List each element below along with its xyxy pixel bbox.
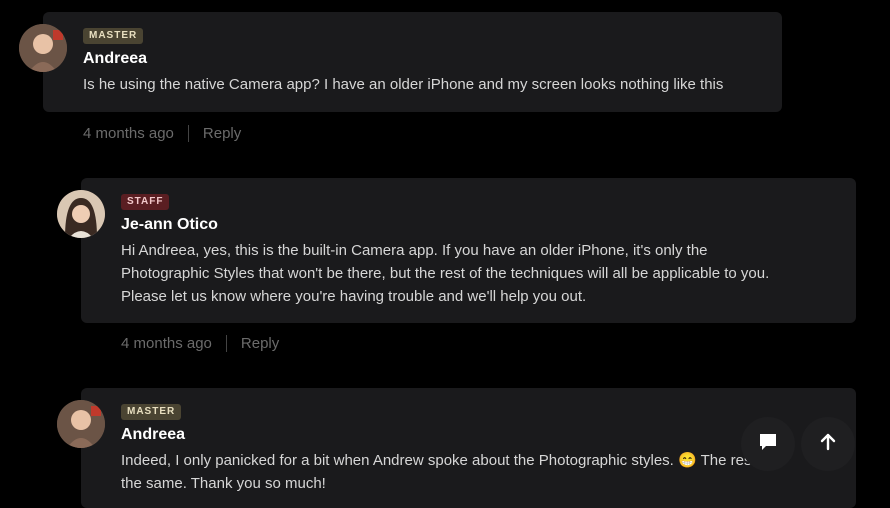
role-badge: MASTER [121, 404, 182, 420]
reply-link[interactable]: Reply [203, 125, 241, 142]
avatar[interactable] [19, 24, 67, 72]
comment-line: Photographic Styles that won't be there,… [121, 265, 770, 282]
timestamp: 4 months ago [83, 125, 174, 142]
role-badge: MASTER [83, 28, 144, 44]
role-badge: STAFF [121, 194, 170, 210]
author-name[interactable]: Andreea [83, 50, 147, 68]
comment-meta: 4 months ago Reply [83, 125, 241, 142]
chat-bubble-icon [758, 432, 778, 457]
comment-line: Is he using the native Camera app? I hav… [83, 76, 724, 93]
comment-line: Hi Andreea, yes, this is the built-in Ca… [121, 242, 708, 259]
reply-link[interactable]: Reply [241, 335, 279, 352]
timestamp: 4 months ago [121, 335, 212, 352]
scroll-to-top-button[interactable] [801, 417, 855, 471]
avatar[interactable] [57, 400, 105, 448]
comment-line: the same. Thank you so much! [121, 475, 326, 492]
author-name[interactable]: Andreea [121, 426, 185, 444]
comment-text: Hi Andreea, yes, this is the built-in Ca… [121, 239, 769, 308]
comment-line: Indeed, I only panicked for a bit when A… [121, 452, 771, 469]
comment-meta: 4 months ago Reply [121, 335, 279, 352]
chat-button[interactable] [741, 417, 795, 471]
divider [225, 335, 227, 352]
comment-card [43, 12, 782, 112]
comment-text: Indeed, I only panicked for a bit when A… [121, 449, 821, 495]
comment-line: Please let us know where you're having t… [121, 288, 587, 305]
avatar[interactable] [57, 190, 105, 238]
comment-text: Is he using the native Camera app? I hav… [83, 73, 723, 96]
author-name[interactable]: Je-ann Otico [121, 216, 218, 234]
divider [187, 125, 189, 142]
arrow-up-icon [818, 432, 838, 457]
